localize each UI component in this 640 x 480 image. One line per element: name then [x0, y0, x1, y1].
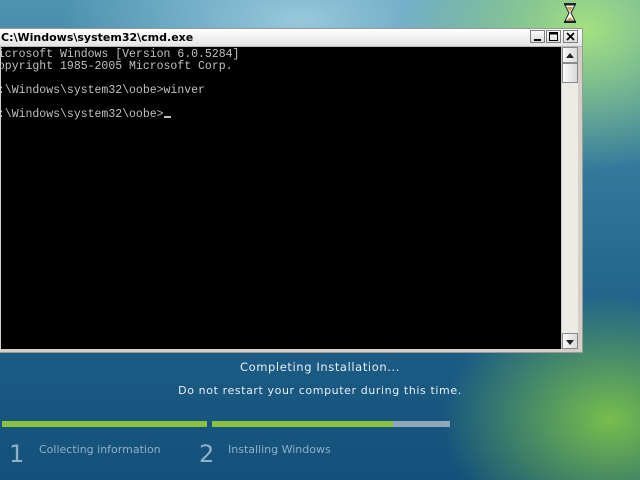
maximize-button[interactable] — [546, 30, 561, 43]
close-icon — [566, 32, 575, 41]
hourglass-icon — [564, 3, 576, 23]
console-output[interactable]: Microsoft Windows [Version 6.0.5284] Cop… — [1, 47, 561, 349]
step2-number: 2 — [199, 440, 215, 468]
window-title: C:\Windows\system32\cmd.exe — [1, 31, 194, 44]
step2-progress-fill — [212, 421, 393, 427]
step1-label: Collecting information — [39, 443, 161, 456]
step2-label: Installing Windows — [228, 443, 331, 456]
console-prompt-line: C:\Windows\system32\oobe> — [1, 109, 171, 121]
install-status-text: Completing Installation... — [239, 360, 401, 374]
scroll-thumb[interactable] — [562, 63, 578, 83]
console-prompt: C:\Windows\system32\oobe> — [1, 108, 164, 121]
close-button[interactable] — [563, 30, 578, 43]
minimize-icon — [534, 39, 541, 41]
minimize-button[interactable] — [530, 30, 545, 43]
step1-progress-fill — [2, 421, 207, 427]
vertical-scrollbar[interactable] — [561, 47, 578, 349]
cmd-window[interactable]: C:\Windows\system32\cmd.exe Microsoft Wi… — [0, 28, 583, 353]
step1-number: 1 — [9, 440, 25, 468]
maximize-icon — [549, 32, 558, 41]
step1-progress-bar — [2, 421, 207, 427]
restart-warning-text: Do not restart your computer during this… — [178, 384, 462, 397]
scroll-down-button[interactable] — [562, 333, 578, 349]
scroll-up-button[interactable] — [562, 47, 578, 63]
step2-progress-bar — [212, 421, 450, 427]
text-cursor — [163, 116, 171, 118]
console-line: C:\Windows\system32\oobe>winver — [1, 84, 205, 97]
title-bar[interactable]: C:\Windows\system32\cmd.exe — [0, 29, 582, 47]
scroll-down-icon — [566, 340, 574, 345]
scroll-up-icon — [566, 53, 574, 58]
console-line: Copyright 1985-2005 Microsoft Corp. — [1, 60, 233, 73]
